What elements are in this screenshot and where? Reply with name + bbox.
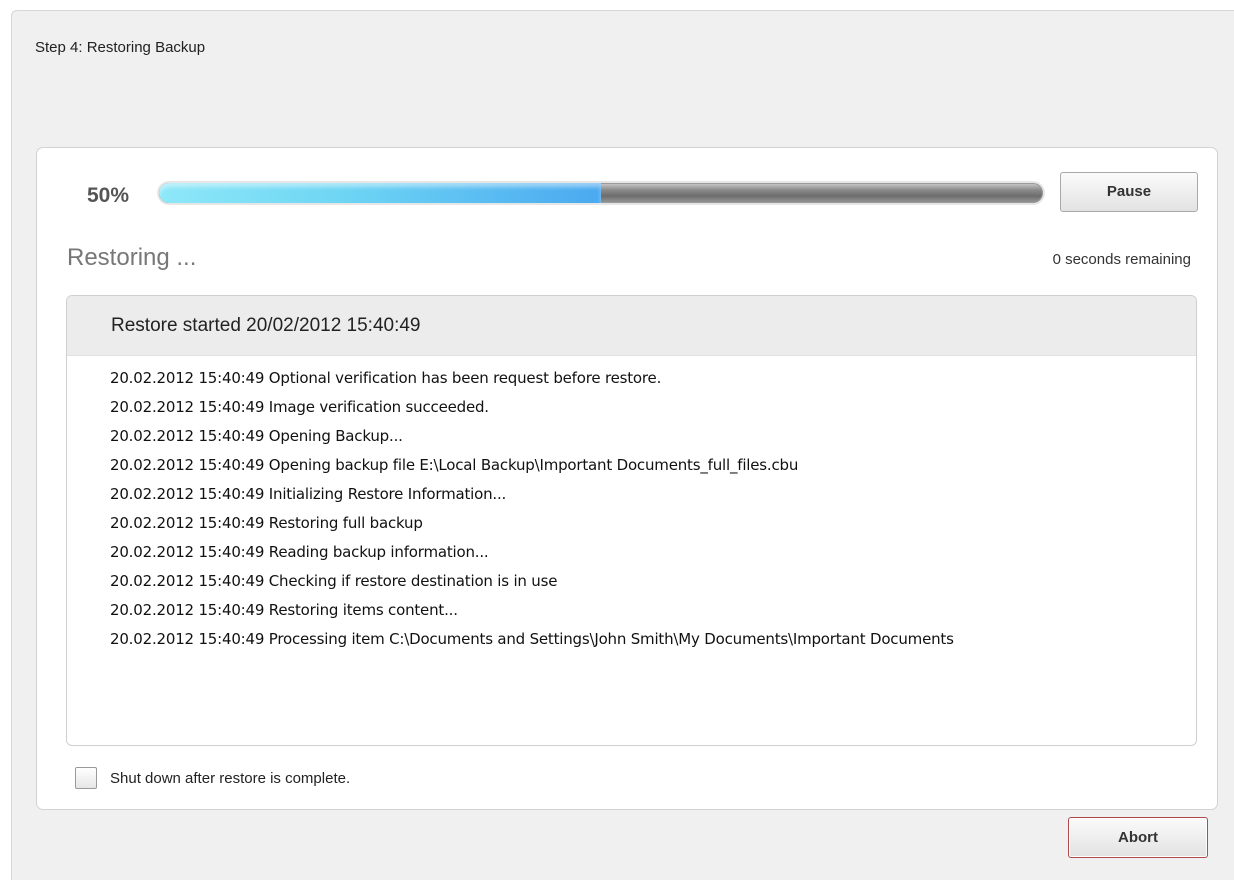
log-line: 20.02.2012 15:40:49 Opening backup file … [110,456,799,474]
shutdown-checkbox[interactable] [75,767,97,789]
pause-button[interactable]: Pause [1060,172,1198,212]
progress-percent: 50% [87,184,130,207]
progress-bar [159,183,1043,203]
log-header: Restore started 20/02/2012 15:40:49 [67,296,1196,356]
log-line: 20.02.2012 15:40:49 Optional verificatio… [110,369,662,387]
restore-wizard-window: Step 4: Restoring Backup 50% Pause Resto… [11,10,1234,880]
restore-progress-panel: 50% Pause Restoring ... 0 seconds remain… [36,147,1218,810]
abort-button[interactable]: Abort [1068,817,1208,858]
restore-log[interactable]: Restore started 20/02/2012 15:40:49 20.0… [66,295,1197,746]
log-line: 20.02.2012 15:40:49 Reading backup infor… [110,543,489,561]
log-line: 20.02.2012 15:40:49 Opening Backup... [110,427,403,445]
log-line: 20.02.2012 15:40:49 Processing item C:\D… [110,630,954,648]
log-line: 20.02.2012 15:40:49 Restoring items cont… [110,601,458,619]
shutdown-option[interactable]: Shut down after restore is complete. [75,767,350,789]
shutdown-checkbox-label[interactable]: Shut down after restore is complete. [110,770,350,787]
status-text: Restoring ... [67,244,197,271]
log-line: 20.02.2012 15:40:49 Restoring full backu… [110,514,423,532]
log-line: 20.02.2012 15:40:49 Checking if restore … [110,572,558,590]
step-title: Step 4: Restoring Backup [35,39,206,56]
progress-bar-fill [159,183,601,203]
log-line: 20.02.2012 15:40:49 Image verification s… [110,398,489,416]
time-remaining: 0 seconds remaining [1052,251,1191,268]
log-line: 20.02.2012 15:40:49 Initializing Restore… [110,485,507,503]
log-lines: 20.02.2012 15:40:49 Optional verificatio… [67,356,1196,654]
